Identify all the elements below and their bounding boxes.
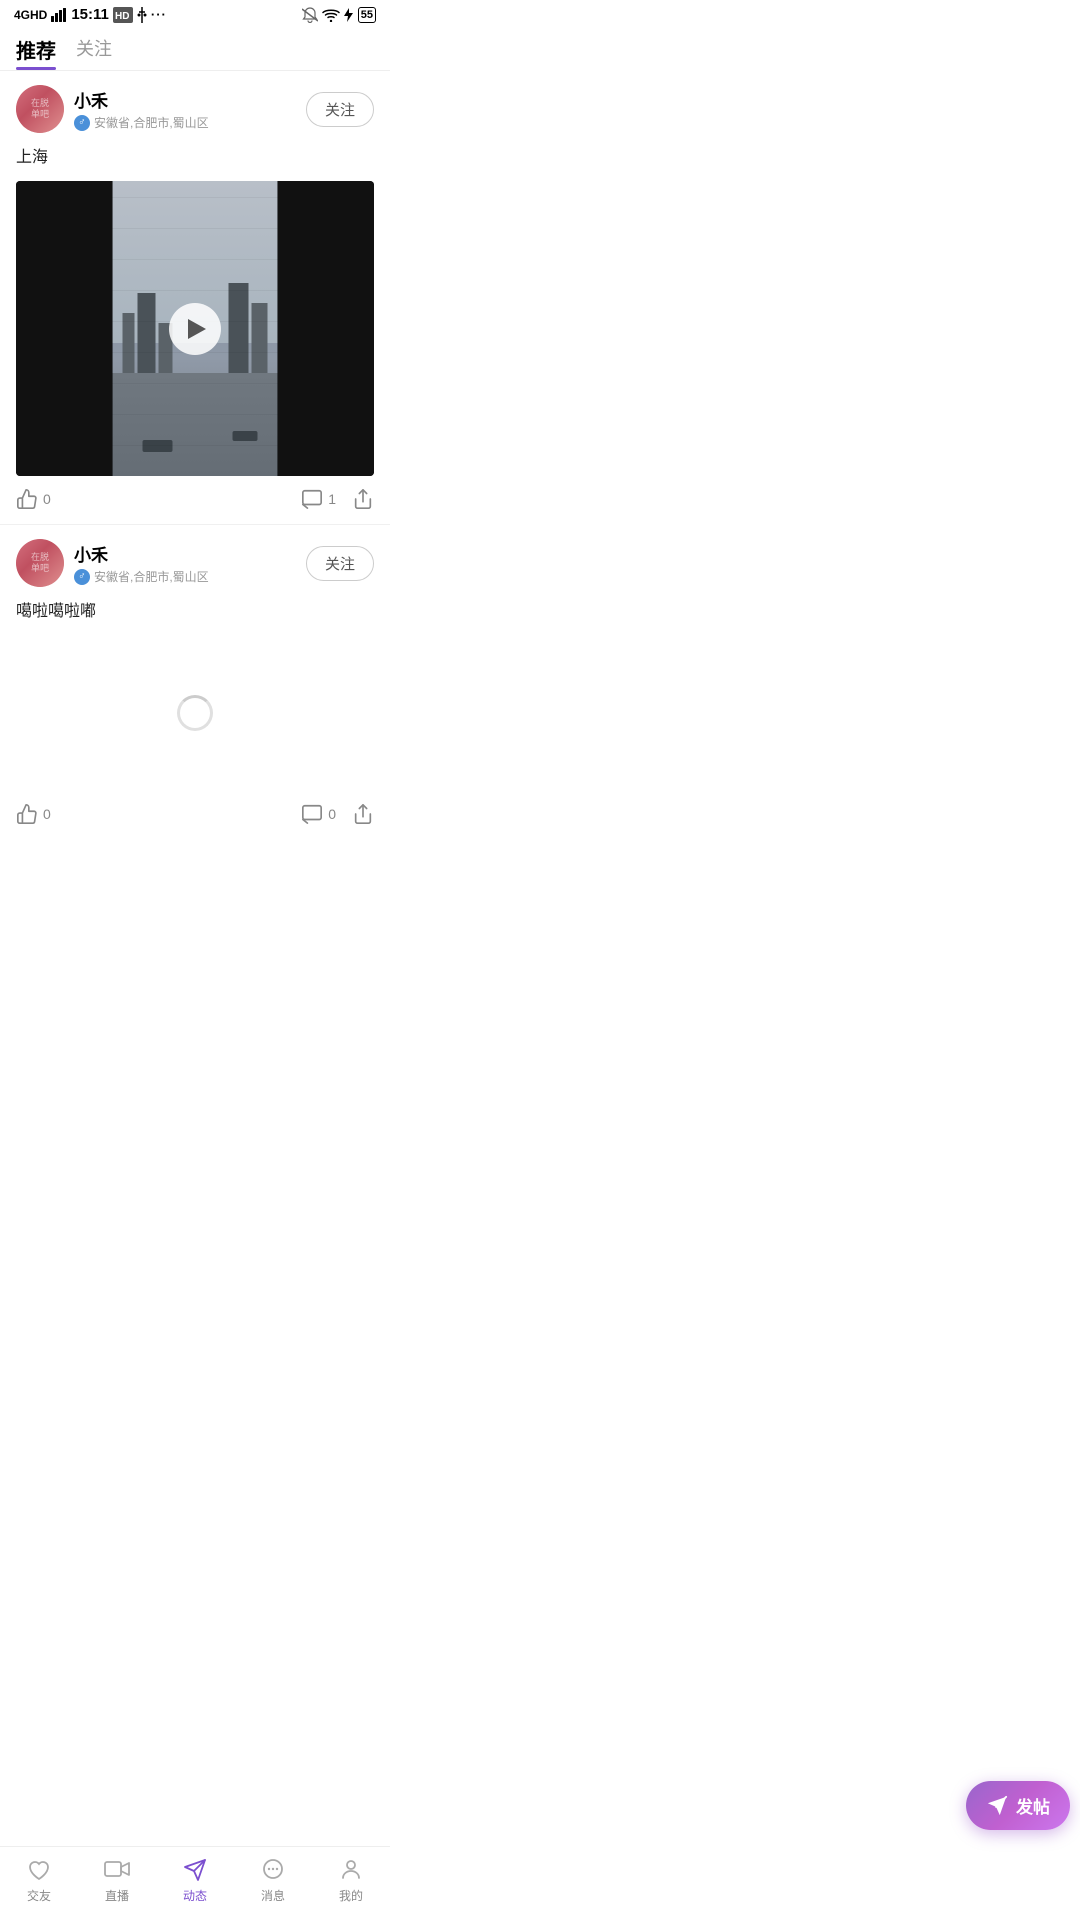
user-left-2: 在脱单吧 小禾 ♂ 安徽省,合肥市,蜀山区 [16, 539, 209, 587]
share-icon-1 [352, 488, 374, 510]
comment-icon-1 [301, 488, 323, 510]
share-button-2[interactable] [352, 803, 374, 825]
post-card-1: 在脱单吧 小禾 ♂ 安徽省,合肥市,蜀山区 关注 上海 [0, 71, 390, 524]
like-button-1[interactable]: 0 [16, 488, 51, 510]
nav-label-mine: 我的 [339, 1887, 363, 1904]
signal-bars-icon [51, 8, 67, 22]
loading-spinner [16, 635, 374, 791]
user-row-2: 在脱单吧 小禾 ♂ 安徽省,合肥市,蜀山区 关注 [16, 539, 374, 587]
fab-post-button[interactable]: 发帖 [966, 1781, 1070, 1830]
action-bar-1: 0 1 [16, 476, 374, 524]
share-icon-2 [352, 803, 374, 825]
post-card-2: 在脱单吧 小禾 ♂ 安徽省,合肥市,蜀山区 关注 噶啦噶啦嘟 0 [0, 525, 390, 839]
user-meta-1: ♂ 安徽省,合肥市,蜀山区 [74, 114, 209, 131]
nav-label-live: 直播 [105, 1887, 129, 1904]
video-camera-icon [104, 1859, 130, 1881]
nav-icon-friends [26, 1857, 52, 1883]
nav-item-mine[interactable]: 我的 [338, 1857, 364, 1904]
username-1[interactable]: 小禾 [74, 87, 209, 112]
status-right: 55 [302, 7, 376, 23]
thumbs-up-icon-1 [16, 488, 38, 510]
location-2: 安徽省,合肥市,蜀山区 [94, 568, 209, 585]
send-fab-icon [986, 1795, 1008, 1817]
user-info-1: 小禾 ♂ 安徽省,合肥市,蜀山区 [74, 87, 209, 131]
user-left-1: 在脱单吧 小禾 ♂ 安徽省,合肥市,蜀山区 [16, 85, 209, 133]
nav-item-live[interactable]: 直播 [104, 1857, 130, 1904]
action-right-1: 1 [301, 488, 374, 510]
avatar-1[interactable]: 在脱单吧 [16, 85, 64, 133]
wifi-icon [322, 8, 340, 22]
comment-count-2: 0 [328, 806, 336, 822]
nav-icon-mine [338, 1857, 364, 1883]
charging-icon [344, 8, 354, 22]
spinner-animation [177, 695, 213, 731]
time-display: 15:11 [71, 6, 109, 23]
status-left: 4GHD 15:11 HD ··· [14, 6, 167, 23]
notification-off-icon [302, 7, 318, 23]
chat-icon [260, 1858, 286, 1882]
nav-item-feed[interactable]: 动态 [182, 1857, 208, 1904]
username-2[interactable]: 小禾 [74, 541, 209, 566]
comment-button-2[interactable]: 0 [301, 803, 336, 825]
like-count-1: 0 [43, 491, 51, 507]
video-player-1[interactable] [16, 181, 374, 476]
gender-icon-2: ♂ [74, 569, 90, 585]
user-info-2: 小禾 ♂ 安徽省,合肥市,蜀山区 [74, 541, 209, 585]
play-icon [188, 319, 206, 339]
nav-icon-live [104, 1857, 130, 1883]
post-text-2: 噶啦噶啦嘟 [16, 597, 374, 621]
svg-text:HD: HD [115, 11, 129, 22]
tab-recommend[interactable]: 推荐 [16, 35, 56, 70]
nav-label-feed: 动态 [183, 1887, 207, 1904]
status-bar: 4GHD 15:11 HD ··· [0, 0, 390, 27]
nav-label-messages: 消息 [261, 1887, 285, 1904]
like-button-2[interactable]: 0 [16, 803, 51, 825]
comment-icon-2 [301, 803, 323, 825]
play-button[interactable] [169, 303, 221, 355]
location-1: 安徽省,合肥市,蜀山区 [94, 114, 209, 131]
action-bar-2: 0 0 [16, 791, 374, 839]
send-nav-icon [183, 1858, 207, 1882]
action-left-2: 0 [16, 803, 51, 825]
gender-icon-1: ♂ [74, 115, 90, 131]
nav-icon-messages [260, 1857, 286, 1883]
comment-button-1[interactable]: 1 [301, 488, 336, 510]
hd-icon: HD [113, 7, 133, 23]
like-count-2: 0 [43, 806, 51, 822]
share-button-1[interactable] [352, 488, 374, 510]
nav-item-friends[interactable]: 交友 [26, 1857, 52, 1904]
bottom-nav: 交友 直播 动态 消息 [0, 1846, 390, 1920]
user-meta-2: ♂ 安徽省,合肥市,蜀山区 [74, 568, 209, 585]
post-title-1: 上海 [16, 143, 374, 171]
follow-btn-2[interactable]: 关注 [306, 546, 374, 581]
nav-label-friends: 交友 [27, 1887, 51, 1904]
user-row-1: 在脱单吧 小禾 ♂ 安徽省,合肥市,蜀山区 关注 [16, 85, 374, 133]
action-left-1: 0 [16, 488, 51, 510]
nav-icon-feed [182, 1857, 208, 1883]
person-icon [339, 1858, 363, 1882]
action-right-2: 0 [301, 803, 374, 825]
comment-count-1: 1 [328, 491, 336, 507]
usb-icon [137, 7, 147, 23]
heart-icon [26, 1858, 52, 1882]
signal-text: 4GHD [14, 8, 47, 22]
avatar-2[interactable]: 在脱单吧 [16, 539, 64, 587]
nav-tabs: 推荐 关注 [0, 27, 390, 71]
follow-btn-1[interactable]: 关注 [306, 92, 374, 127]
dots-icon: ··· [151, 7, 167, 22]
nav-item-messages[interactable]: 消息 [260, 1857, 286, 1904]
fab-label: 发帖 [1016, 1793, 1050, 1818]
battery-indicator: 55 [358, 7, 376, 23]
tab-follow[interactable]: 关注 [76, 35, 112, 70]
thumbs-up-icon-2 [16, 803, 38, 825]
